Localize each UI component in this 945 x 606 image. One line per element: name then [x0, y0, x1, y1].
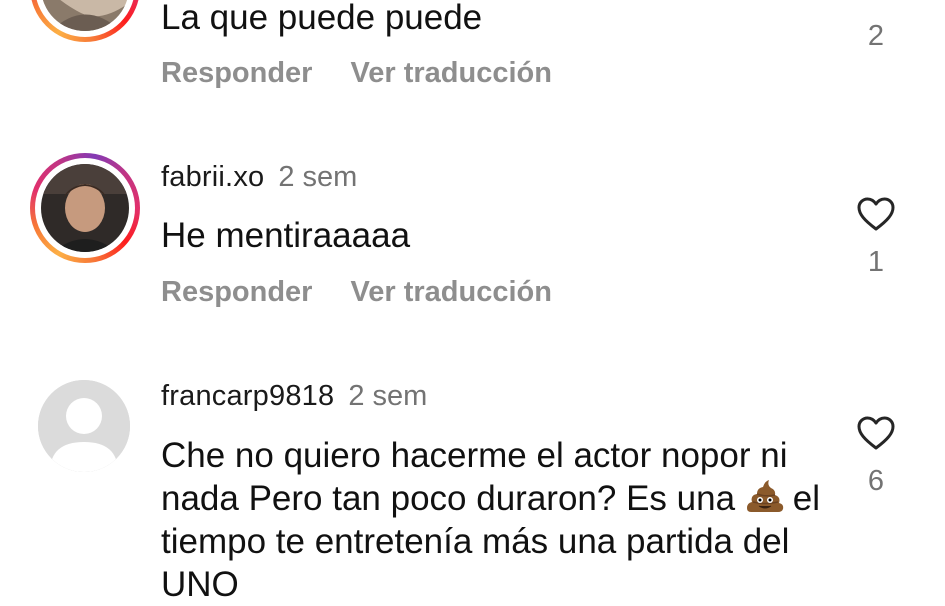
comment-meta: francarp9818 2 sem: [161, 380, 427, 413]
reply-button[interactable]: Responder: [161, 57, 312, 89]
comment-text: He mentiraaaaa: [161, 216, 411, 255]
like-count: 6: [867, 465, 885, 497]
comment-time: 2 sem: [278, 161, 358, 193]
comment-actions: Responder Ver traducción: [161, 276, 552, 309]
comment-actions: Responder Ver traducción: [161, 57, 552, 90]
comment-time: 2 sem: [348, 380, 428, 412]
like-count: 1: [867, 246, 885, 278]
comment-text-part: Che no quiero hacerme el actor nopor ni …: [161, 436, 788, 518]
see-translation-button[interactable]: Ver traducción: [350, 57, 551, 89]
username-link[interactable]: francarp9818: [161, 380, 334, 412]
comment-meta: fabrii.xo 2 sem: [161, 161, 357, 194]
username-link[interactable]: fabrii.xo: [161, 161, 264, 193]
reply-button[interactable]: Responder: [161, 276, 312, 308]
user-photo-avatar: [41, 164, 129, 252]
like-count: 2: [867, 20, 885, 52]
see-translation-button[interactable]: Ver traducción: [350, 276, 551, 308]
avatar[interactable]: [30, 153, 140, 263]
default-avatar-icon[interactable]: [38, 380, 130, 472]
heart-outline-icon[interactable]: [856, 415, 896, 451]
comment-text: Che no quiero hacerme el actor nopor ni …: [161, 434, 821, 606]
comment-text: La que puede puede: [161, 0, 483, 37]
like-control: 2: [845, 0, 907, 53]
poop-emoji: [746, 480, 783, 512]
avatar[interactable]: [30, 0, 140, 42]
like-control: 6: [845, 415, 907, 498]
chevron-down-icon[interactable]: [856, 0, 896, 6]
like-control: 1: [845, 196, 907, 279]
heart-outline-icon[interactable]: [856, 196, 896, 232]
